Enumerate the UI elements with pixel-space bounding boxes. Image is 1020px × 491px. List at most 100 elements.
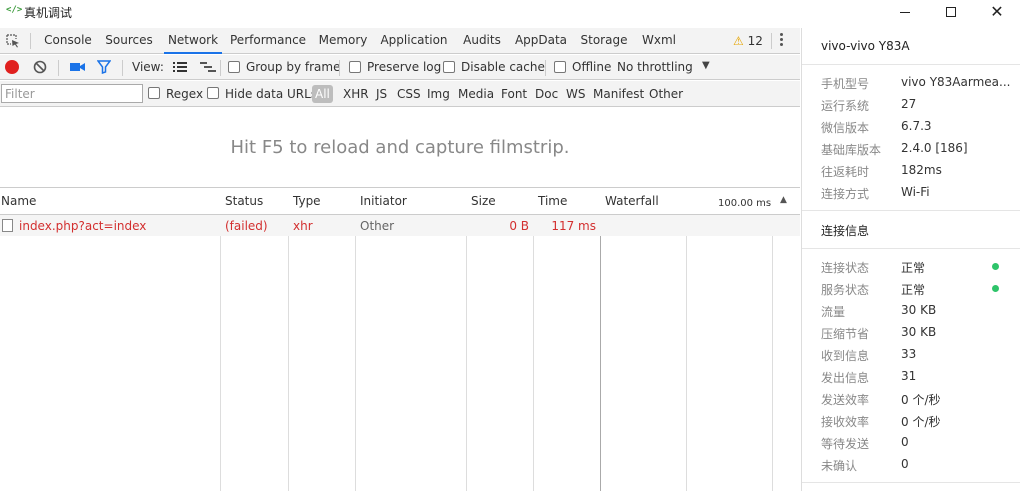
hide-data-urls-label: Hide data URLs bbox=[225, 87, 318, 101]
inspect-element-icon[interactable] bbox=[6, 34, 20, 48]
large-rows-icon[interactable] bbox=[173, 61, 187, 73]
tab-sources[interactable]: Sources bbox=[102, 28, 156, 54]
header-initiator[interactable]: Initiator bbox=[360, 194, 407, 208]
row-size: 0 B bbox=[509, 219, 529, 233]
tab-application[interactable]: Application bbox=[380, 28, 448, 54]
row-status: (failed) bbox=[225, 219, 268, 233]
toolbar-separator bbox=[122, 60, 123, 76]
type-filter-js[interactable]: JS bbox=[376, 87, 387, 101]
header-waterfall[interactable]: Waterfall bbox=[605, 194, 659, 208]
info-key: 基础库版本 bbox=[821, 143, 882, 157]
info-value: vivo Y83Aarmea... bbox=[901, 75, 1011, 89]
connection-value: 33 bbox=[901, 347, 917, 361]
type-filter-font[interactable]: Font bbox=[501, 87, 527, 101]
connection-key: 发出信息 bbox=[821, 371, 870, 385]
connection-value: 0 bbox=[901, 435, 909, 449]
more-options-icon[interactable] bbox=[780, 33, 784, 48]
connection-key: 流量 bbox=[821, 305, 846, 319]
hide-data-urls-checkbox[interactable] bbox=[207, 87, 219, 99]
screenshot-camera-icon[interactable] bbox=[69, 60, 86, 74]
divider bbox=[802, 482, 1020, 483]
warnings-counter[interactable]: ⚠ 12 bbox=[733, 34, 763, 48]
regex-checkbox[interactable] bbox=[148, 87, 160, 99]
tab-memory[interactable]: Memory bbox=[314, 28, 372, 54]
type-filter-other[interactable]: Other bbox=[649, 87, 683, 101]
header-size[interactable]: Size bbox=[471, 194, 496, 208]
toolbar-separator bbox=[220, 60, 221, 76]
toolbar-separator bbox=[339, 60, 340, 76]
tab-wxml[interactable]: Wxml bbox=[638, 28, 680, 54]
regex-label: Regex bbox=[166, 87, 204, 101]
file-icon bbox=[2, 219, 13, 232]
filter-icon[interactable] bbox=[97, 60, 111, 74]
title-bar: </> 真机调试 ✕ bbox=[0, 0, 1020, 24]
toolbar-separator bbox=[58, 60, 59, 76]
info-key: 运行系统 bbox=[821, 99, 870, 113]
connection-key: 未确认 bbox=[821, 459, 858, 473]
header-time[interactable]: Time bbox=[538, 194, 567, 208]
disable-cache-checkbox[interactable] bbox=[443, 61, 455, 73]
preserve-log-label: Preserve log bbox=[367, 60, 442, 74]
header-name[interactable]: Name bbox=[1, 194, 36, 208]
type-filter-ws[interactable]: WS bbox=[566, 87, 585, 101]
throttling-select[interactable]: No throttling bbox=[617, 60, 693, 74]
tab-performance[interactable]: Performance bbox=[230, 28, 306, 54]
tab-network[interactable]: Network bbox=[164, 28, 222, 54]
tab-console[interactable]: Console bbox=[40, 28, 96, 54]
group-by-frame-checkbox[interactable] bbox=[228, 61, 240, 73]
device-info-panel: vivo-vivo Y83A 手机型号 vivo Y83Aarmea... 运行… bbox=[801, 28, 1020, 491]
device-name: vivo-vivo Y83A bbox=[821, 39, 910, 53]
type-filter-manifest[interactable]: Manifest bbox=[593, 87, 644, 101]
record-button[interactable] bbox=[5, 60, 19, 74]
chevron-down-icon[interactable]: ▼ bbox=[702, 60, 710, 71]
filmstrip-area: Hit F5 to reload and capture filmstrip. bbox=[0, 108, 800, 188]
filter-input[interactable] bbox=[1, 84, 143, 103]
type-filter-doc[interactable]: Doc bbox=[535, 87, 558, 101]
connection-key: 接收效率 bbox=[821, 415, 870, 429]
type-filter-img[interactable]: Img bbox=[427, 87, 450, 101]
header-status[interactable]: Status bbox=[225, 194, 263, 208]
info-value: 2.4.0 [186] bbox=[901, 141, 968, 155]
connection-value: 正常 bbox=[901, 261, 926, 275]
network-toolbar: View: Group by frame Preserve log Disabl… bbox=[0, 55, 800, 80]
type-filter-css[interactable]: CSS bbox=[397, 87, 421, 101]
close-icon: ✕ bbox=[990, 2, 1004, 21]
divider bbox=[802, 64, 1020, 65]
minimize-button[interactable] bbox=[882, 0, 928, 24]
connection-value: 0 bbox=[901, 457, 909, 471]
connection-value: 30 KB bbox=[901, 303, 937, 317]
maximize-button[interactable] bbox=[928, 0, 974, 24]
connection-key: 等待发送 bbox=[821, 437, 870, 451]
connection-value: 正常 bbox=[901, 283, 926, 297]
info-value: 6.7.3 bbox=[901, 119, 932, 133]
type-filter-xhr[interactable]: XHR bbox=[343, 87, 369, 101]
connection-key: 压缩节省 bbox=[821, 327, 870, 341]
connection-section-title: 连接信息 bbox=[821, 224, 870, 238]
status-ok-dot bbox=[992, 285, 999, 292]
tab-audits[interactable]: Audits bbox=[458, 28, 506, 54]
waterfall-view-icon[interactable] bbox=[200, 61, 216, 73]
window-title: 真机调试 bbox=[24, 6, 73, 20]
connection-key: 连接状态 bbox=[821, 261, 870, 275]
tab-appdata[interactable]: AppData bbox=[512, 28, 570, 54]
table-row[interactable]: index.php?act=index (failed) xhr Other 0… bbox=[0, 215, 800, 236]
close-button[interactable]: ✕ bbox=[974, 0, 1020, 24]
disable-cache-label: Disable cache bbox=[461, 60, 545, 74]
minimize-icon bbox=[900, 11, 910, 13]
preserve-log-checkbox[interactable] bbox=[349, 61, 361, 73]
tab-storage[interactable]: Storage bbox=[578, 28, 630, 54]
sort-ascending-icon[interactable]: ▲ bbox=[780, 195, 787, 205]
header-type[interactable]: Type bbox=[293, 194, 321, 208]
row-type: xhr bbox=[293, 219, 313, 233]
clear-icon[interactable] bbox=[33, 60, 47, 74]
divider bbox=[802, 248, 1020, 249]
connection-key: 发送效率 bbox=[821, 393, 870, 407]
connection-key: 收到信息 bbox=[821, 349, 870, 363]
row-time: 117 ms bbox=[551, 219, 596, 233]
info-value: Wi-Fi bbox=[901, 185, 930, 199]
type-filter-media[interactable]: Media bbox=[458, 87, 494, 101]
type-filter-all[interactable]: All bbox=[312, 85, 333, 103]
offline-checkbox[interactable] bbox=[554, 61, 566, 73]
connection-value: 31 bbox=[901, 369, 917, 383]
row-name: index.php?act=index bbox=[19, 219, 147, 233]
